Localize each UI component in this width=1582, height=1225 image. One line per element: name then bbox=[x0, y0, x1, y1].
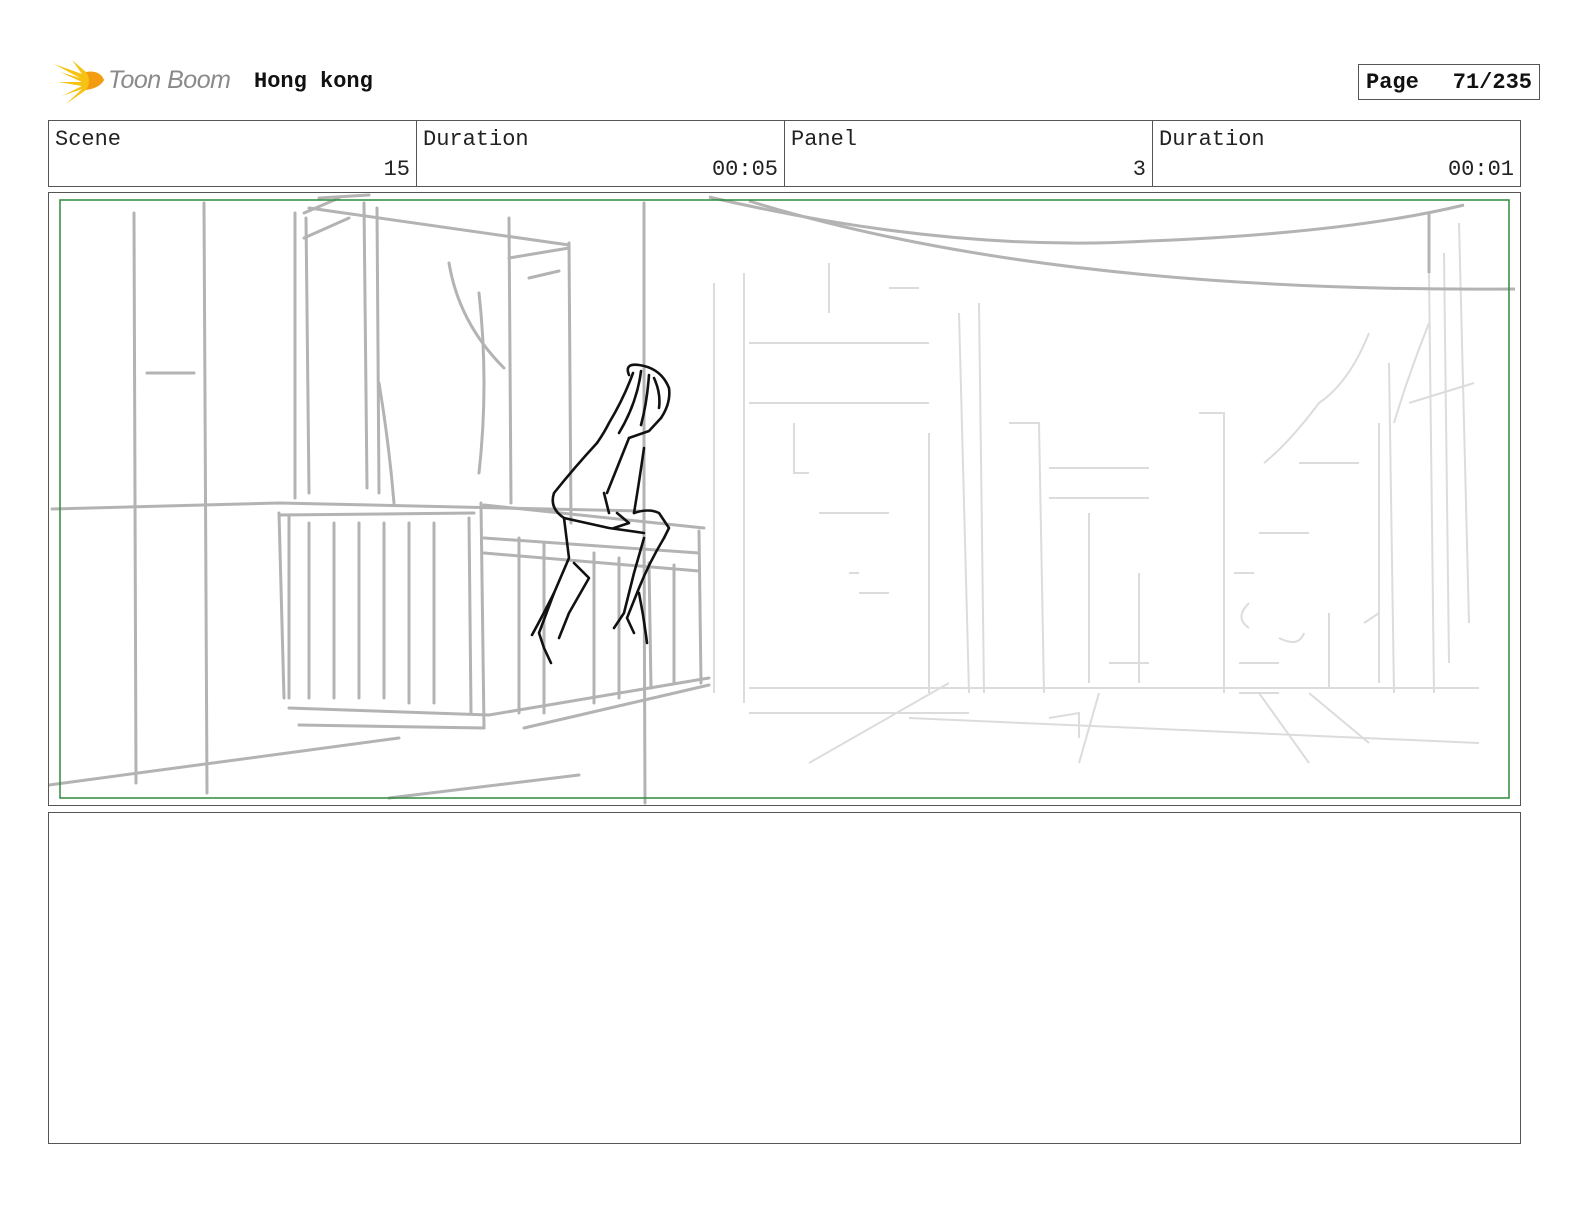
panel-info-row: Scene 15 Duration 00:05 Panel 3 Duration… bbox=[48, 120, 1521, 187]
panel-label: Panel bbox=[791, 127, 858, 152]
city-background-sketch bbox=[713, 222, 1480, 764]
panel-duration-label: Duration bbox=[1159, 127, 1265, 152]
panel-number: 3 bbox=[1132, 157, 1146, 182]
scene-duration-value: 00:05 bbox=[711, 157, 778, 182]
scene-number: 15 bbox=[383, 157, 410, 182]
panel-duration-value: 00:01 bbox=[1447, 157, 1514, 182]
storyboard-panel bbox=[48, 192, 1521, 806]
panel-cell: Panel 3 bbox=[785, 121, 1153, 186]
safe-frame bbox=[59, 199, 1510, 799]
scene-duration-label: Duration bbox=[423, 127, 529, 152]
panel-duration-cell: Duration 00:01 bbox=[1153, 121, 1520, 186]
toon-boom-star-icon bbox=[54, 60, 104, 104]
storyboard-header: Toon Boom Hong kong Page 71/235 bbox=[48, 56, 1540, 108]
page-indicator: Page 71/235 bbox=[1358, 64, 1540, 100]
logo-text: Toon Boom bbox=[108, 66, 231, 94]
panel-sketch-image bbox=[49, 193, 1516, 805]
balcony-sketch bbox=[49, 193, 711, 805]
page-label: Page bbox=[1366, 69, 1419, 95]
scene-duration-cell: Duration 00:05 bbox=[417, 121, 785, 186]
scene-cell: Scene 15 bbox=[49, 121, 417, 186]
panel-notes-box bbox=[48, 812, 1521, 1144]
project-title: Hong kong bbox=[254, 69, 373, 94]
toon-boom-logo: Toon Boom bbox=[52, 58, 242, 106]
scene-label: Scene bbox=[55, 127, 122, 152]
page-number: 71/235 bbox=[1452, 69, 1532, 95]
